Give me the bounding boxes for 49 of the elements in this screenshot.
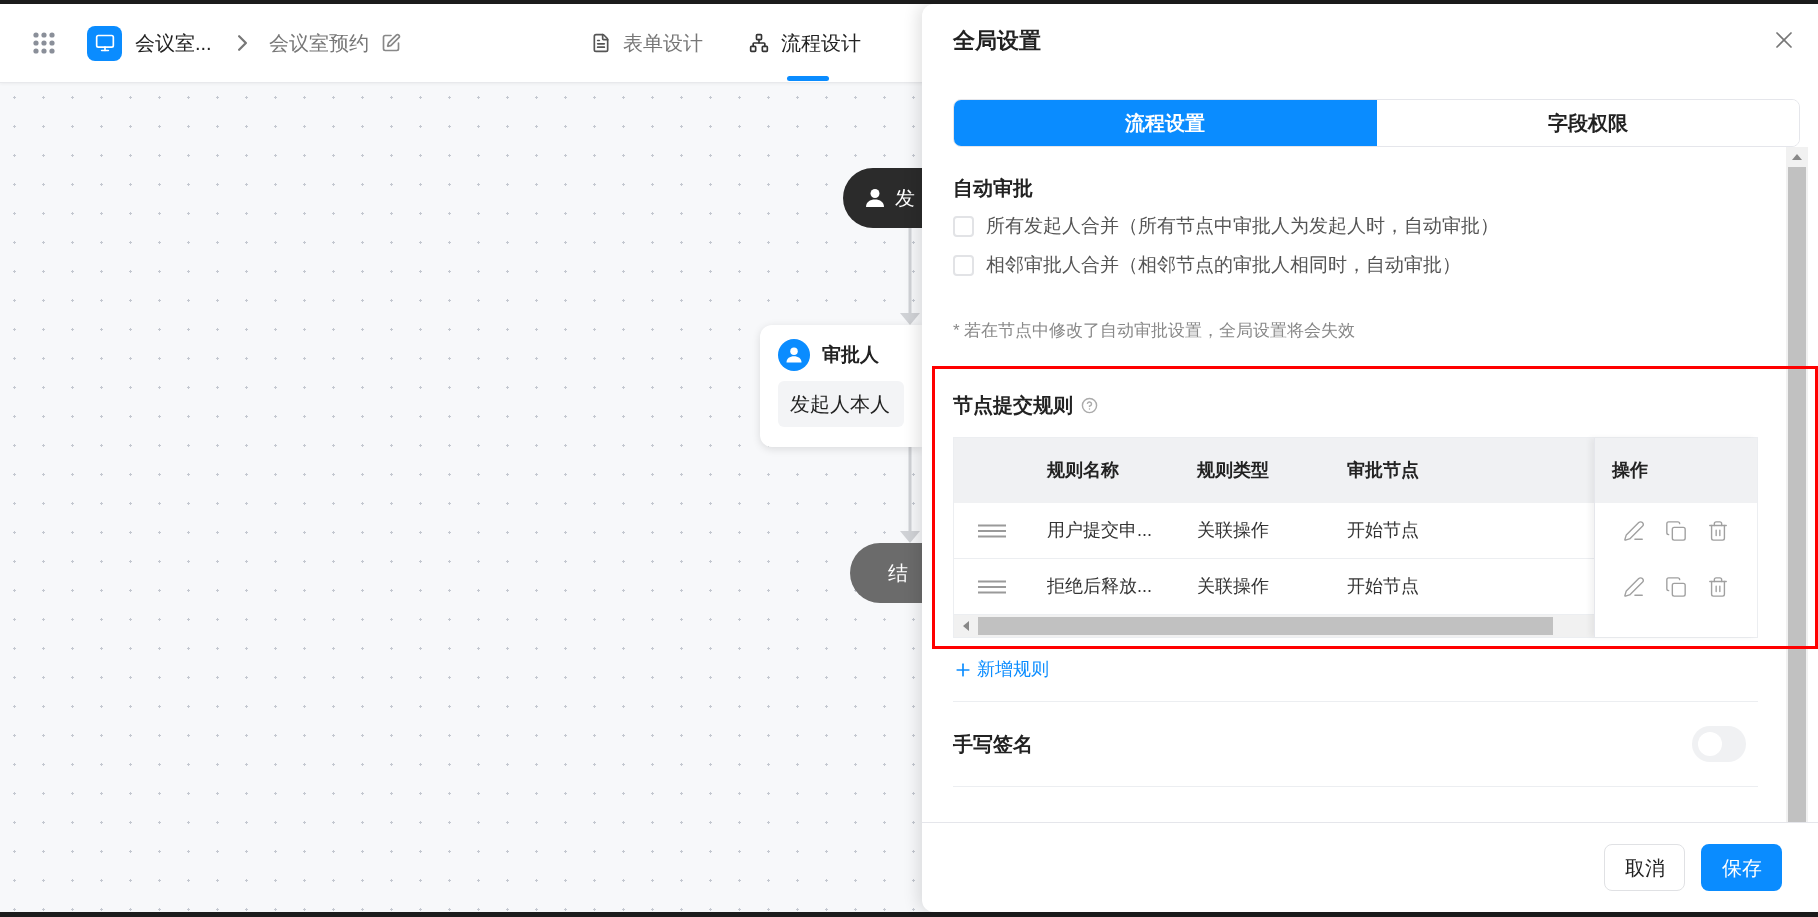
scroll-left-icon[interactable] — [962, 621, 970, 631]
column-header: 规则名称 — [1046, 459, 1120, 482]
drag-handle-icon[interactable] — [978, 579, 1006, 594]
delete-icon[interactable] — [1707, 576, 1729, 598]
column-header: 操作 — [1612, 459, 1648, 482]
edit-icon[interactable] — [380, 33, 401, 53]
start-node[interactable]: 发 — [843, 168, 922, 228]
table-cell-text: 开始节点 — [1346, 519, 1420, 542]
node-body: 发起人本人 — [778, 381, 904, 427]
note-text: * 若在节点中修改了自动审批设置，全局设置将会失效 — [953, 321, 1356, 340]
org-chart-icon — [748, 33, 769, 53]
vertical-scrollbar[interactable] — [1786, 147, 1808, 822]
copy-icon[interactable] — [1665, 576, 1687, 598]
table-cell-text: 关联操作 — [1196, 575, 1270, 598]
panel-title: 全局设置 — [953, 27, 1041, 55]
copy-icon[interactable] — [1665, 520, 1687, 542]
app-name[interactable]: 会议室... — [135, 28, 212, 58]
edit-icon[interactable] — [1623, 520, 1645, 542]
column-header: 审批节点 — [1346, 459, 1420, 482]
section-title: 自动审批 — [953, 177, 1033, 199]
section-title: 手写签名 — [953, 732, 1033, 757]
apps-grid-icon[interactable] — [32, 31, 56, 55]
scroll-up-icon[interactable] — [1792, 153, 1802, 161]
horizontal-scrollbar[interactable] — [954, 615, 1594, 637]
breadcrumb-title[interactable]: 会议室预约 — [268, 28, 369, 58]
edit-icon[interactable] — [1623, 576, 1645, 598]
delete-icon[interactable] — [1707, 520, 1729, 542]
drag-handle-icon[interactable] — [978, 523, 1006, 538]
chevron-right-icon — [237, 35, 247, 51]
table-cell-text: 开始节点 — [1346, 575, 1420, 598]
table-cell-text: 关联操作 — [1196, 519, 1270, 542]
checkbox-label: 相邻审批人合并（相邻节点的审批人相同时，自动审批） — [986, 253, 1461, 278]
app-logo-icon — [87, 25, 122, 61]
nav-tab[interactable]: 表单设计 — [590, 4, 703, 82]
cancel-button[interactable]: 取消 — [1604, 844, 1685, 891]
person-icon — [784, 345, 804, 365]
person-icon — [863, 186, 887, 210]
checkbox-label: 所有发起人合并（所有节点中审批人为发起人时，自动审批） — [986, 214, 1499, 239]
table-cell-text: 拒绝后释放... — [1046, 575, 1153, 598]
approver-node[interactable]: 审批人 发起人本人 — [760, 325, 922, 447]
help-icon[interactable] — [1081, 396, 1098, 414]
end-node[interactable]: 结 — [850, 543, 922, 603]
node-title: 审批人 — [822, 342, 879, 367]
nav-tab[interactable]: 流程设计 — [748, 4, 861, 82]
checkbox[interactable] — [953, 255, 974, 276]
column-header: 规则类型 — [1196, 459, 1270, 482]
section-title: 节点提交规则 — [953, 393, 1073, 418]
table-cell-text: 用户提交申... — [1046, 519, 1153, 542]
checkbox[interactable] — [953, 216, 974, 237]
